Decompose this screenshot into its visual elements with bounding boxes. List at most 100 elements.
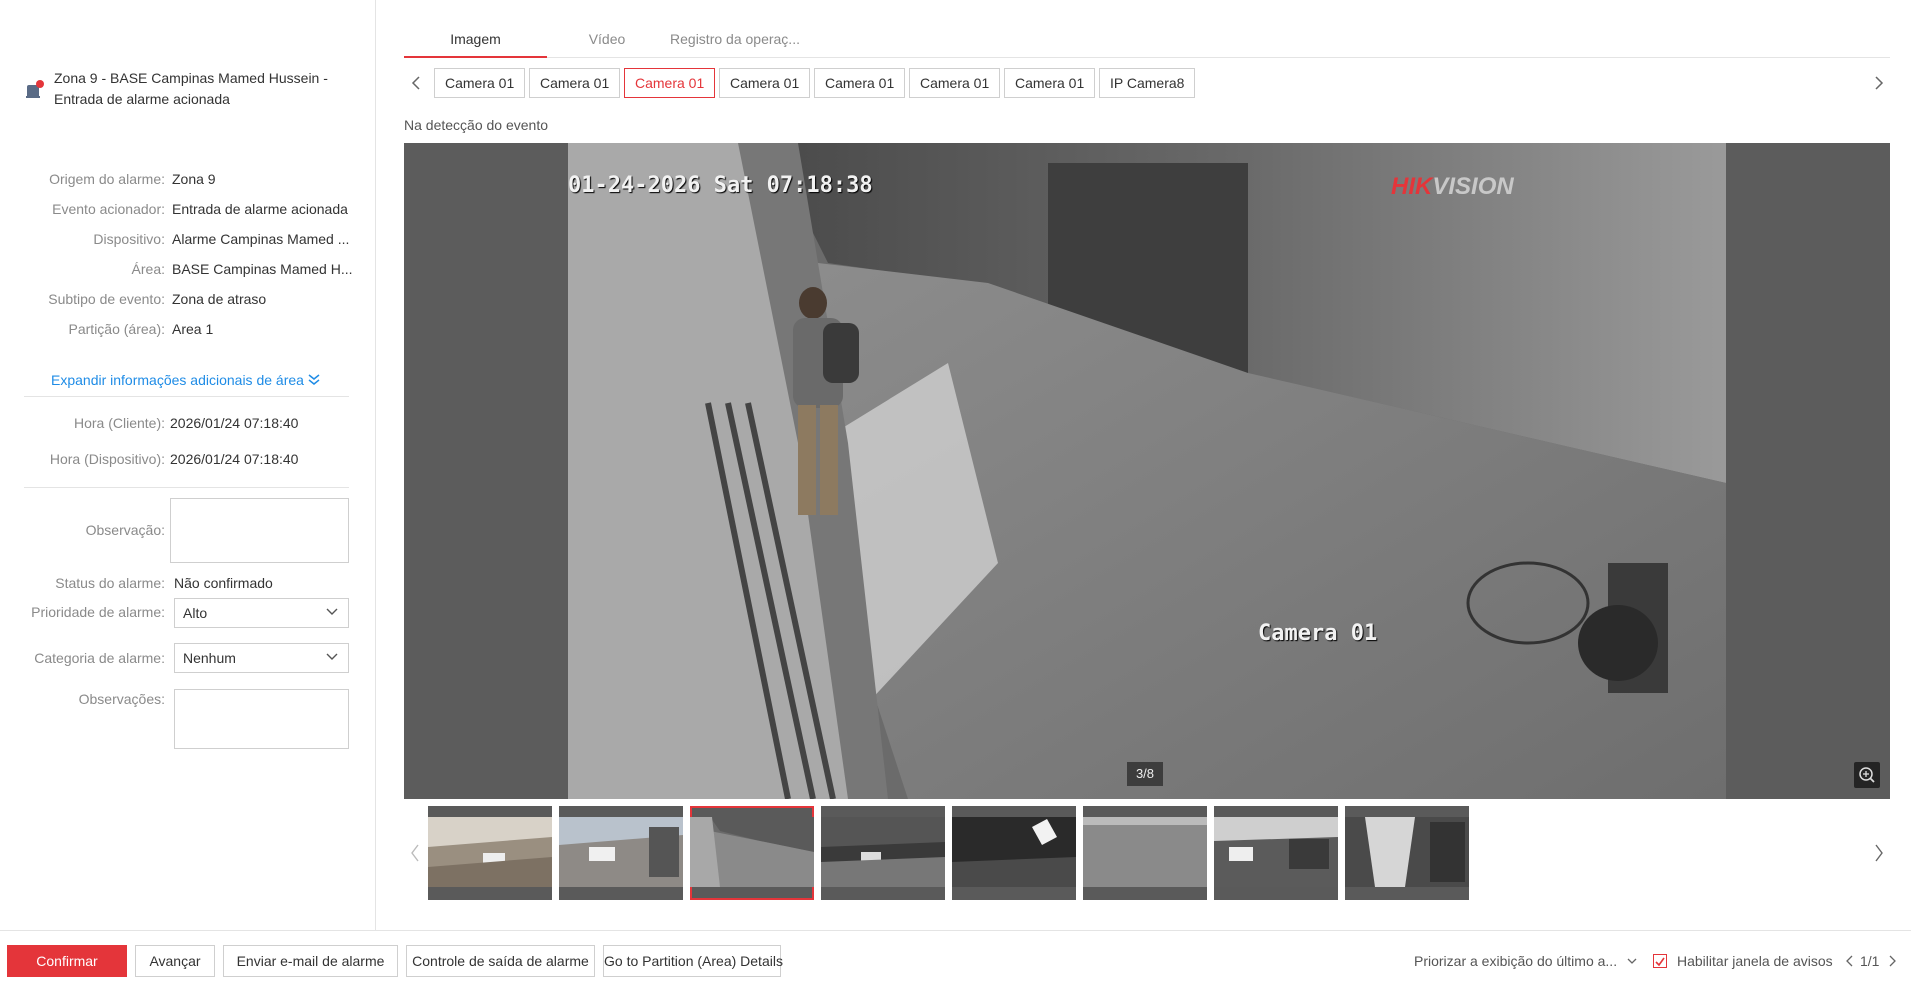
detail-label: Área: bbox=[131, 261, 165, 277]
priority-display-label: Priorizar a exibição do último a... bbox=[1414, 953, 1618, 969]
alarm-title-line2: Entrada de alarme acionada bbox=[54, 91, 230, 107]
observation-textarea[interactable] bbox=[170, 498, 349, 563]
chevron-right-icon[interactable] bbox=[1889, 955, 1897, 967]
detail-value: Area 1 bbox=[172, 321, 214, 337]
event-moment-label: Na detecção do evento bbox=[404, 117, 548, 133]
expand-area-info-label: Expandir informações adicionais de área bbox=[51, 372, 304, 388]
chevron-down-icon bbox=[1627, 958, 1637, 964]
alarm-bell-icon bbox=[26, 80, 44, 98]
enable-popup-label: Habilitar janela de avisos bbox=[1677, 953, 1833, 969]
camera-button[interactable]: Camera 01 bbox=[719, 68, 811, 98]
confirm-button[interactable]: Confirmar bbox=[7, 945, 127, 977]
alarm-priority-label: Prioridade de alarme: bbox=[31, 604, 165, 620]
snapshot-scene bbox=[568, 143, 1726, 799]
divider bbox=[24, 487, 349, 488]
detail-value: BASE Campinas Mamed H... bbox=[172, 261, 352, 277]
osd-camera-name: Camera 01 bbox=[1258, 621, 1378, 646]
chevron-down-icon bbox=[326, 608, 338, 615]
alarm-status-label: Status do alarme: bbox=[55, 575, 165, 591]
advance-button[interactable]: Avançar bbox=[135, 945, 215, 977]
partition-details-button[interactable]: Go to Partition (Area) Details bbox=[603, 945, 783, 977]
enable-popup-checkbox[interactable] bbox=[1653, 954, 1667, 968]
detail-label: Partição (área): bbox=[68, 321, 165, 337]
time-value: 2026/01/24 07:18:40 bbox=[170, 415, 299, 431]
expand-area-info-link[interactable]: Expandir informações adicionais de área bbox=[51, 372, 320, 388]
chevron-right-icon[interactable] bbox=[1874, 76, 1884, 90]
detail-row-origin: Origem do alarme: Zona 9 bbox=[0, 171, 370, 191]
thumbnail-image bbox=[1083, 817, 1207, 887]
zoom-in-button[interactable] bbox=[1854, 762, 1880, 788]
chevron-down-icon bbox=[326, 653, 338, 660]
chevron-right-icon[interactable] bbox=[1874, 844, 1884, 862]
thumbnail[interactable] bbox=[559, 806, 683, 900]
alarm-output-control-button[interactable]: Controle de saída de alarme bbox=[406, 945, 595, 977]
camera-strip: Camera 01 Camera 01 Camera 01 Camera 01 … bbox=[404, 68, 1890, 98]
camera-button[interactable]: Camera 01 bbox=[1004, 68, 1096, 98]
chevron-left-icon[interactable] bbox=[1845, 955, 1853, 967]
thumbnail[interactable] bbox=[1345, 806, 1469, 900]
thumbnail[interactable] bbox=[821, 806, 945, 900]
thumbnail-image bbox=[428, 817, 552, 887]
thumbnail-strip bbox=[404, 806, 1890, 902]
detail-value: Entrada de alarme acionada bbox=[172, 201, 348, 217]
observation-label: Observação: bbox=[85, 522, 165, 538]
media-panel: Imagem Vídeo Registro da operaç... Camer… bbox=[376, 0, 1911, 930]
chevron-left-icon[interactable] bbox=[411, 76, 421, 90]
thumbnail[interactable] bbox=[1083, 806, 1207, 900]
thumbnail-image bbox=[1214, 817, 1338, 887]
checkmark-icon bbox=[1655, 957, 1665, 967]
camera-button-selected[interactable]: Camera 01 bbox=[624, 68, 716, 98]
thumbnail[interactable] bbox=[1214, 806, 1338, 900]
notes-label: Observações: bbox=[78, 691, 165, 707]
chevron-left-icon[interactable] bbox=[410, 844, 420, 862]
notes-textarea[interactable] bbox=[174, 689, 349, 749]
alarm-title: Zona 9 - BASE Campinas Mamed Hussein - E… bbox=[54, 68, 328, 110]
tab-image[interactable]: Imagem bbox=[404, 22, 547, 58]
time-label: Hora (Dispositivo): bbox=[49, 451, 165, 467]
detail-row-subtype: Subtipo de evento: Zona de atraso bbox=[0, 291, 370, 311]
thumbnail-image bbox=[821, 817, 945, 887]
alarm-header: Zona 9 - BASE Campinas Mamed Hussein - E… bbox=[26, 68, 356, 110]
camera-button[interactable]: IP Camera8 bbox=[1099, 68, 1196, 98]
detail-value: Alarme Campinas Mamed ... bbox=[172, 231, 350, 247]
detail-row-partition: Partição (área): Area 1 bbox=[0, 321, 370, 341]
camera-button[interactable]: Camera 01 bbox=[909, 68, 1001, 98]
thumbnail[interactable] bbox=[428, 806, 552, 900]
camera-button[interactable]: Camera 01 bbox=[814, 68, 906, 98]
tab-operation-log[interactable]: Registro da operaç... bbox=[660, 22, 810, 58]
alarm-priority-select[interactable]: Alto bbox=[174, 598, 349, 628]
detail-row-device: Dispositivo: Alarme Campinas Mamed ... bbox=[0, 231, 370, 251]
detail-label: Origem do alarme: bbox=[49, 171, 165, 187]
thumbnail-selected[interactable] bbox=[690, 806, 814, 900]
camera-button[interactable]: Camera 01 bbox=[529, 68, 621, 98]
alarm-category-select[interactable]: Nenhum bbox=[174, 643, 349, 673]
thumbnail[interactable] bbox=[952, 806, 1076, 900]
detail-row-trigger: Evento acionador: Entrada de alarme acio… bbox=[0, 201, 370, 221]
detail-label: Evento acionador: bbox=[52, 201, 165, 217]
snapshot-viewer[interactable]: 01-24-2026 Sat 07:18:38 HIKVISION Camera… bbox=[404, 143, 1890, 799]
detail-value: Zona 9 bbox=[172, 171, 216, 187]
zoom-in-icon bbox=[1859, 767, 1875, 783]
detail-label: Dispositivo: bbox=[93, 231, 165, 247]
time-value: 2026/01/24 07:18:40 bbox=[170, 451, 299, 467]
action-bar: Confirmar Avançar Enviar e-mail de alarm… bbox=[0, 930, 1911, 985]
camera-snapshot: 01-24-2026 Sat 07:18:38 HIKVISION Camera… bbox=[568, 143, 1726, 799]
image-counter: 3/8 bbox=[1127, 762, 1163, 786]
priority-display-dropdown[interactable]: Priorizar a exibição do último a... bbox=[1414, 953, 1637, 969]
alarm-priority-value: Alto bbox=[183, 605, 208, 621]
thumbnail-image bbox=[559, 817, 683, 887]
time-row-device: Hora (Dispositivo): 2026/01/24 07:18:40 bbox=[0, 451, 370, 471]
alarm-status-row: Status do alarme: Não confirmado bbox=[0, 575, 370, 595]
time-label: Hora (Cliente): bbox=[73, 415, 165, 431]
detail-row-area: Área: BASE Campinas Mamed H... bbox=[0, 261, 370, 281]
thumbnail-image bbox=[1345, 817, 1469, 887]
thumbnail-image bbox=[952, 817, 1076, 887]
alarm-details-panel: Zona 9 - BASE Campinas Mamed Hussein - E… bbox=[0, 0, 376, 930]
osd-brand-logo: HIKVISION bbox=[1391, 173, 1514, 201]
media-tabs: Imagem Vídeo Registro da operaç... bbox=[404, 22, 1890, 58]
send-alarm-email-button[interactable]: Enviar e-mail de alarme bbox=[223, 945, 398, 977]
camera-button[interactable]: Camera 01 bbox=[434, 68, 526, 98]
detail-label: Subtipo de evento: bbox=[48, 291, 165, 307]
tab-video[interactable]: Vídeo bbox=[567, 22, 647, 58]
divider bbox=[24, 396, 349, 397]
